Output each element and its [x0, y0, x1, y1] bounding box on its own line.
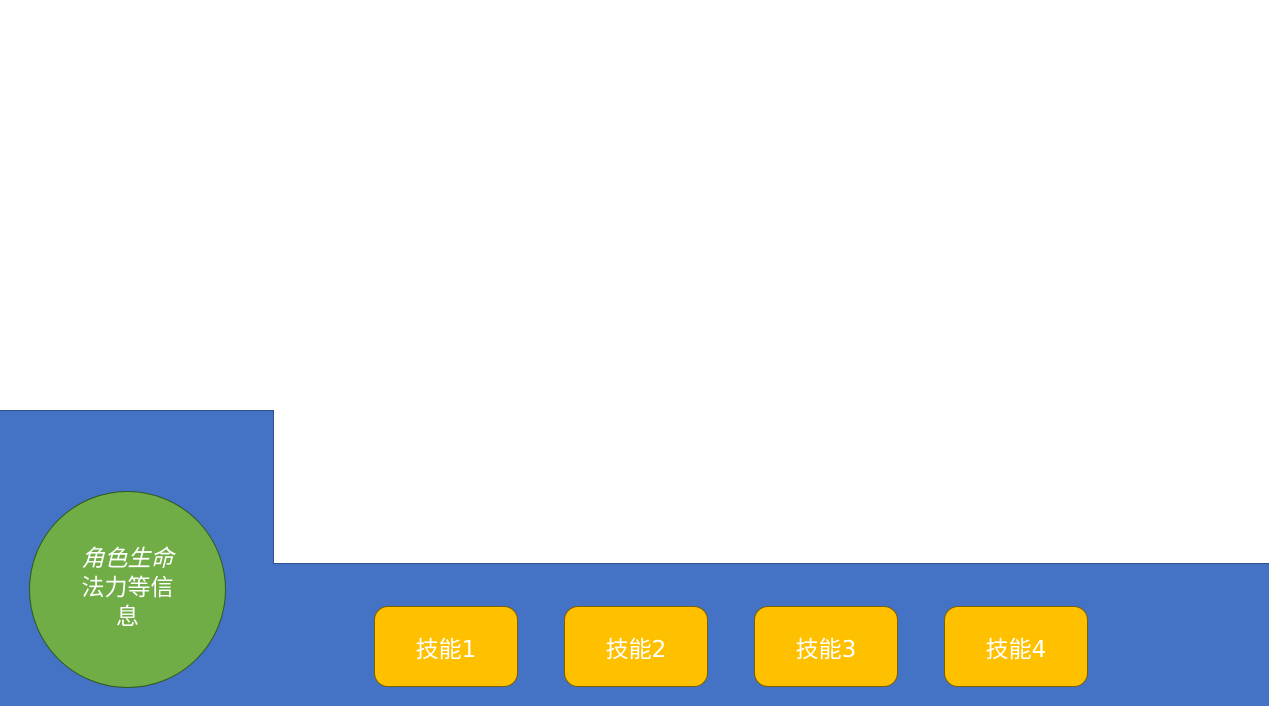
status-text-line-1: 角色生命 [81, 546, 174, 572]
skill-label-1: 技能1 [415, 636, 477, 663]
skill-button-1[interactable]: 技能1 [374, 606, 518, 687]
status-text-line-2: 法力等信 [81, 575, 174, 601]
hud-panel-joint [270, 564, 278, 706]
status-text-line-3: 息 [116, 604, 139, 630]
skill-button-4[interactable]: 技能4 [944, 606, 1088, 687]
skill-label-3: 技能3 [795, 636, 857, 663]
skill-button-2[interactable]: 技能2 [564, 606, 708, 687]
character-status-orb[interactable]: 角色生命 法力等信 息 [29, 491, 226, 688]
skill-label-2: 技能2 [605, 636, 667, 663]
status-orb-text: 角色生命 法力等信 息 [73, 545, 183, 632]
skill-label-4: 技能4 [985, 636, 1047, 663]
skill-button-3[interactable]: 技能3 [754, 606, 898, 687]
